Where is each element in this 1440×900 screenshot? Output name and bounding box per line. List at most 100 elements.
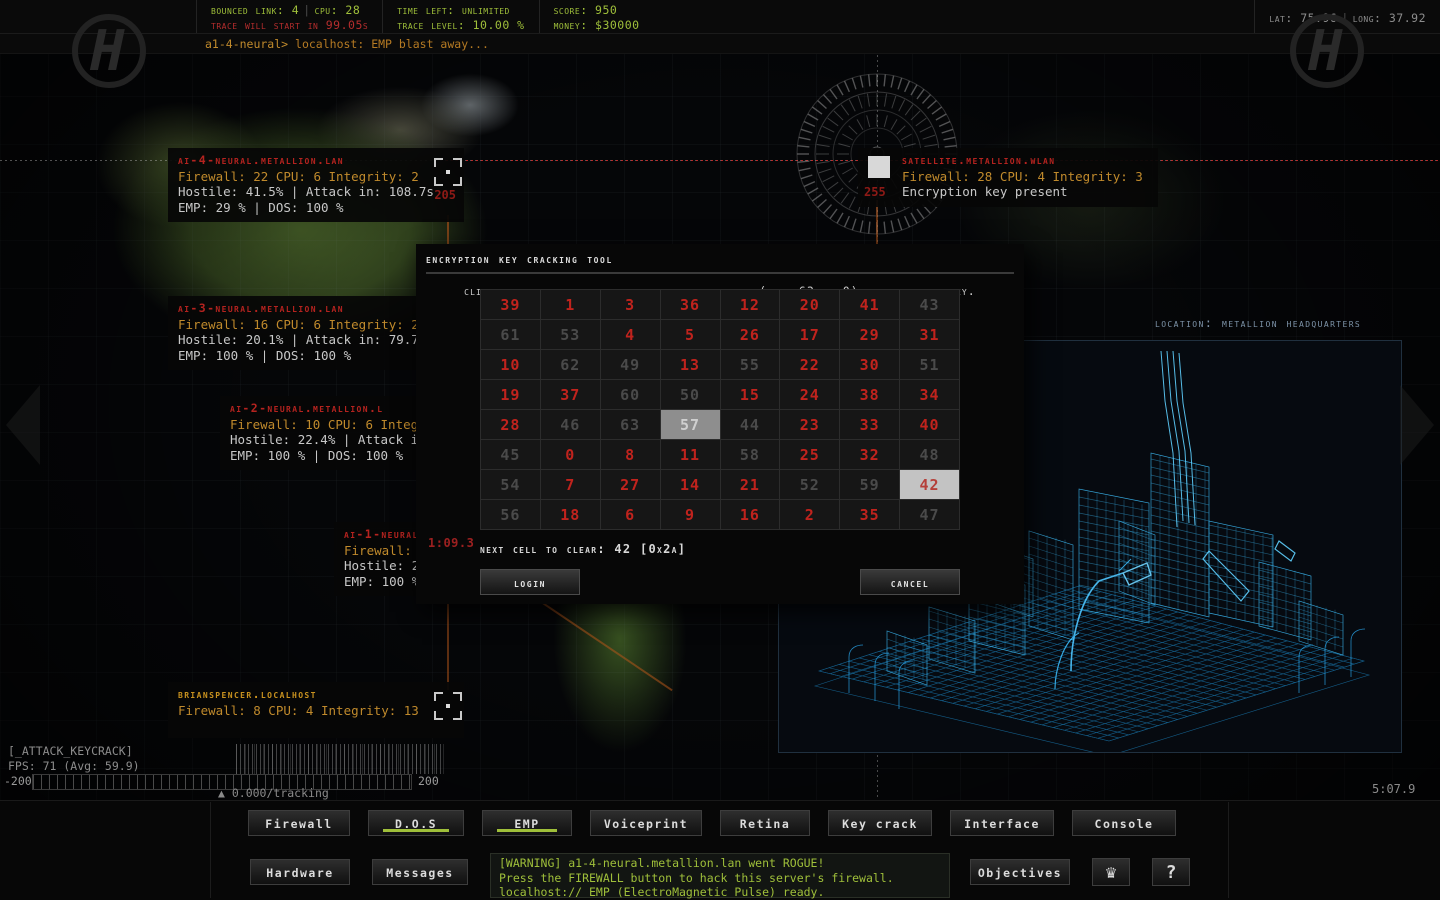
key-cell-3-4[interactable]: 15 — [719, 379, 781, 410]
tool-button-console[interactable]: Console — [1072, 810, 1176, 836]
key-grid-wrapper[interactable]: 39 1 3 36 12 20 41 43 61 53 4 5 26 17 29 31 10 62 49 13 55 22… — [480, 289, 960, 530]
key-cell-6-1[interactable]: 7 — [539, 469, 601, 500]
message-line-0: [WARNING] a1-4-neural.metallion.lan went… — [499, 856, 825, 870]
prev-target-arrow[interactable] — [6, 385, 40, 465]
key-cell-6-7[interactable]: 42 — [899, 469, 960, 500]
crosshair-icon[interactable] — [434, 158, 462, 186]
key-cell-7-3[interactable]: 9 — [659, 499, 721, 530]
key-cell-6-2[interactable]: 27 — [599, 469, 661, 500]
key-cell-7-0[interactable]: 56 — [480, 499, 541, 530]
objectives-button[interactable]: Objectives — [970, 859, 1070, 885]
key-cell-4-0[interactable]: 28 — [480, 409, 541, 440]
node-panel-satellite[interactable]: satellite.metallion.wlan Firewall: 28 CP… — [858, 148, 1158, 207]
tool-button-firewall[interactable]: Firewall — [248, 810, 350, 836]
key-cell-3-3[interactable]: 50 — [659, 379, 721, 410]
key-cell-4-2[interactable]: 63 — [599, 409, 661, 440]
satellite-selection-box[interactable] — [868, 156, 890, 178]
key-cell-1-4[interactable]: 26 — [719, 319, 781, 350]
trophy-icon[interactable]: ♛ — [1092, 858, 1130, 886]
tool-button-messages[interactable]: Messages — [372, 859, 468, 885]
key-cell-2-7[interactable]: 51 — [899, 349, 960, 380]
key-cell-7-7[interactable]: 47 — [899, 499, 960, 530]
key-cell-5-6[interactable]: 32 — [839, 439, 901, 470]
key-cell-5-7[interactable]: 48 — [899, 439, 960, 470]
key-cell-4-5[interactable]: 23 — [779, 409, 841, 440]
key-cell-2-6[interactable]: 30 — [839, 349, 901, 380]
key-cell-6-5[interactable]: 52 — [779, 469, 841, 500]
node-panel-ai-2[interactable]: ai-2-neural.metallion.l Firewall: 10 CPU… — [220, 396, 448, 470]
key-cell-5-2[interactable]: 8 — [599, 439, 661, 470]
key-cell-5-5[interactable]: 25 — [779, 439, 841, 470]
key-cell-0-4[interactable]: 12 — [719, 289, 781, 320]
trace-level-value: Trace level: 10.00 % — [397, 18, 525, 32]
active-indicator — [497, 829, 557, 832]
key-cell-0-7[interactable]: 43 — [899, 289, 960, 320]
tool-button-hardware[interactable]: Hardware — [250, 859, 350, 885]
tool-button-retina[interactable]: Retina — [720, 810, 810, 836]
key-cell-7-4[interactable]: 16 — [719, 499, 781, 530]
key-cell-1-7[interactable]: 31 — [899, 319, 960, 350]
key-cell-2-0[interactable]: 10 — [480, 349, 541, 380]
key-cell-4-4[interactable]: 44 — [719, 409, 781, 440]
login-button[interactable]: Login — [480, 569, 580, 595]
key-cell-0-3[interactable]: 36 — [659, 289, 721, 320]
key-cell-1-2[interactable]: 4 — [599, 319, 661, 350]
key-cell-3-0[interactable]: 19 — [480, 379, 541, 410]
command-line[interactable]: a1-4-neural> localhost: EMP blast away..… — [0, 34, 1440, 54]
attack-mode-label: [_ATTACK_KEYCRACK] — [8, 744, 133, 758]
key-cell-6-4[interactable]: 21 — [719, 469, 781, 500]
key-cell-6-0[interactable]: 54 — [480, 469, 541, 500]
tool-button-interface[interactable]: Interface — [950, 810, 1054, 836]
key-cell-3-1[interactable]: 37 — [539, 379, 601, 410]
key-cell-0-0[interactable]: 39 — [480, 289, 541, 320]
key-cell-4-6[interactable]: 33 — [839, 409, 901, 440]
key-cell-4-3[interactable]: 57 — [659, 409, 721, 440]
key-grid[interactable]: 39 1 3 36 12 20 41 43 61 53 4 5 26 17 29 31 10 62 49 13 55 22… — [480, 289, 960, 530]
tool-button-voiceprint[interactable]: Voiceprint — [590, 810, 702, 836]
key-cell-0-5[interactable]: 20 — [779, 289, 841, 320]
key-cell-4-7[interactable]: 40 — [899, 409, 960, 440]
help-icon[interactable]: ? — [1152, 858, 1190, 886]
node-title: ai-2-neural.metallion.l — [230, 401, 384, 415]
key-cell-7-6[interactable]: 35 — [839, 499, 901, 530]
encryption-key-cracking-dialog[interactable]: Encryption key cracking tool Click on ea… — [416, 244, 1024, 604]
key-cell-0-1[interactable]: 1 — [539, 289, 601, 320]
key-cell-2-3[interactable]: 13 — [659, 349, 721, 380]
key-cell-3-6[interactable]: 38 — [839, 379, 901, 410]
key-cell-1-3[interactable]: 5 — [659, 319, 721, 350]
key-cell-5-4[interactable]: 58 — [719, 439, 781, 470]
key-cell-2-5[interactable]: 22 — [779, 349, 841, 380]
key-cell-5-3[interactable]: 11 — [659, 439, 721, 470]
key-cell-7-5[interactable]: 2 — [779, 499, 841, 530]
tool-button-d-o-s[interactable]: D.O.S — [368, 810, 464, 836]
key-cell-7-1[interactable]: 18 — [539, 499, 601, 530]
key-cell-3-2[interactable]: 60 — [599, 379, 661, 410]
key-cell-0-6[interactable]: 41 — [839, 289, 901, 320]
node-panel-localhost[interactable]: brianspencer.localhost Firewall: 8 CPU: … — [168, 682, 464, 738]
key-cell-3-7[interactable]: 34 — [899, 379, 960, 410]
next-target-arrow[interactable] — [1400, 385, 1434, 465]
key-cell-4-1[interactable]: 46 — [539, 409, 601, 440]
key-cell-1-1[interactable]: 53 — [539, 319, 601, 350]
key-cell-6-3[interactable]: 14 — [659, 469, 721, 500]
key-cell-0-2[interactable]: 3 — [599, 289, 661, 320]
node-panel-ai-4[interactable]: ai-4-neural.metallion.lan Firewall: 22 C… — [168, 148, 464, 222]
key-grid-row: 45 0 8 11 58 25 32 48 — [480, 439, 960, 470]
key-cell-3-5[interactable]: 24 — [779, 379, 841, 410]
key-cell-2-4[interactable]: 55 — [719, 349, 781, 380]
key-cell-1-0[interactable]: 61 — [480, 319, 541, 350]
key-cell-7-2[interactable]: 6 — [599, 499, 661, 530]
session-clock: 5:07.9 — [1372, 782, 1416, 796]
message-log[interactable]: [WARNING] a1-4-neural.metallion.lan went… — [490, 853, 950, 899]
cancel-button[interactable]: Cancel — [860, 569, 960, 595]
key-cell-5-0[interactable]: 45 — [480, 439, 541, 470]
key-cell-1-5[interactable]: 17 — [779, 319, 841, 350]
key-cell-5-1[interactable]: 0 — [539, 439, 601, 470]
key-cell-6-6[interactable]: 59 — [839, 469, 901, 500]
crosshair-icon[interactable] — [434, 692, 462, 720]
key-cell-2-2[interactable]: 49 — [599, 349, 661, 380]
key-cell-2-1[interactable]: 62 — [539, 349, 601, 380]
tool-button-key-crack[interactable]: Key crack — [828, 810, 932, 836]
tool-button-emp[interactable]: EMP — [482, 810, 572, 836]
key-cell-1-6[interactable]: 29 — [839, 319, 901, 350]
